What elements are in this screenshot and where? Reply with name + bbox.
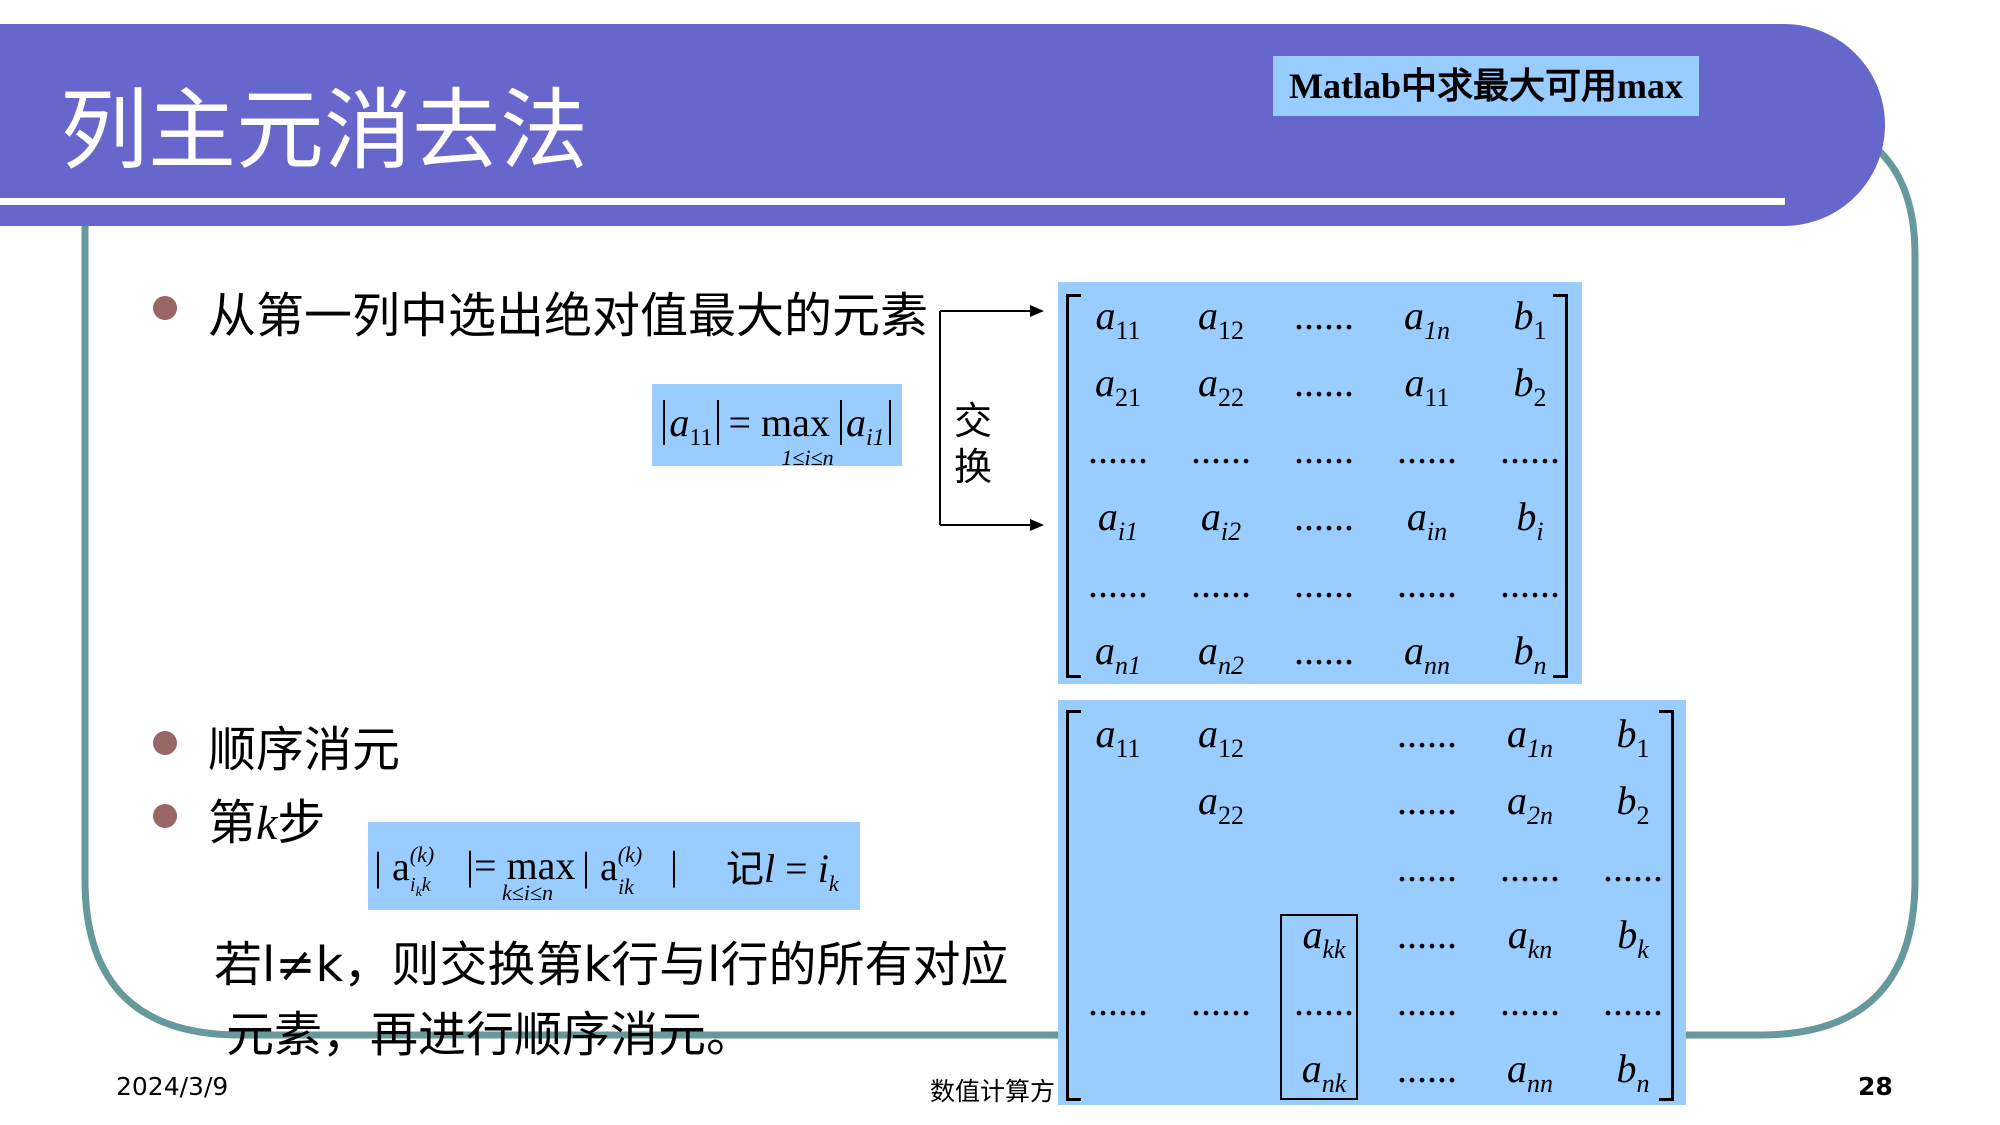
matrix-cell: an2 <box>1198 628 1244 680</box>
formula2-range: k≤i≤n <box>502 880 554 905</box>
matrix-cell: bn <box>1513 628 1547 680</box>
matrix-cell: ...... <box>1191 979 1251 1024</box>
matrix-cell: b2 <box>1616 778 1650 830</box>
matrix-cell: ...... <box>1397 912 1457 957</box>
matrix-cell: ...... <box>1397 979 1457 1024</box>
matrix-cell: a2n <box>1507 778 1553 830</box>
matrix-cell: ...... <box>1500 427 1560 472</box>
footer-date: 2024/3/9 <box>116 1072 229 1101</box>
matrix-cell: ann <box>1507 1046 1553 1098</box>
matrix-cell: a1n <box>1404 293 1450 345</box>
formula-kth-step: | a(k) ikk |= max k≤i≤n | a(k) ik | 记l =… <box>368 822 860 910</box>
matrix-cell: ann <box>1404 628 1450 680</box>
exchange-label: 交 换 <box>953 399 992 489</box>
matrix-cell: a12 <box>1198 711 1244 763</box>
matrix-cell: a11 <box>1095 711 1141 763</box>
matrix-cell: ...... <box>1603 845 1663 890</box>
swap-rule-line-2: 元素，再进行顺序消元。 <box>226 1007 755 1063</box>
matrix-cell: a12 <box>1198 293 1244 345</box>
matrix-cell: ...... <box>1397 561 1457 606</box>
matrix-cell: ...... <box>1500 845 1560 890</box>
augmented-matrix-kth-step: a11 a12...... a1n b1 a22...... a2n b2.........… <box>1058 700 1686 1105</box>
matrix-cell: b2 <box>1513 360 1547 412</box>
matrix-cell: akn <box>1507 912 1553 964</box>
swap-rule-line-1: 若l≠k，则交换第k行与l行的所有对应 <box>214 937 1009 993</box>
matrix-cell: ...... <box>1088 561 1148 606</box>
formula2-rhs-sub: ik <box>618 874 634 899</box>
matrix-cell: ...... <box>1500 979 1560 1024</box>
swap-rule-text: 若l≠k，则交换第k行与l行的所有对应 元素，再进行顺序消元。 <box>214 930 1009 1070</box>
bullet-dot <box>153 804 177 828</box>
matrix-cell: ...... <box>1397 711 1457 756</box>
matrix-cell: a1n <box>1507 711 1553 763</box>
formula2-lhs-sub: ikk <box>410 874 431 900</box>
matrix-cell: b1 <box>1513 293 1547 345</box>
right-bracket <box>1659 710 1674 1101</box>
matrix-cell: ai2 <box>1200 494 1242 546</box>
matrix-cell: ...... <box>1294 979 1354 1024</box>
formula2-note: 记l = ik <box>726 846 839 896</box>
matrix-cell: ...... <box>1088 979 1148 1024</box>
matrix-cell: ...... <box>1088 427 1148 472</box>
matrix-cell: ...... <box>1294 494 1354 539</box>
matrix-cell: ...... <box>1397 1046 1457 1091</box>
matrix-cell: bn <box>1616 1046 1650 1098</box>
matrix-cell: b1 <box>1616 711 1650 763</box>
matrix-cell: ...... <box>1191 561 1251 606</box>
matrix-cell: a11 <box>1095 293 1141 345</box>
matrix-cell: akk <box>1302 912 1346 964</box>
formula2-rhs-end: | <box>670 843 679 888</box>
matrix-cell: ai1 <box>1097 494 1139 546</box>
matrix-cell: bk <box>1617 912 1649 964</box>
matrix-cell: ...... <box>1397 427 1457 472</box>
footer-title: 数值计算方 <box>930 1077 1056 1106</box>
matrix-cell: a11 <box>1404 360 1450 412</box>
matrix-cell: ain <box>1406 494 1448 546</box>
matrix-cell: a22 <box>1198 778 1244 830</box>
matrix-cell: ...... <box>1500 561 1560 606</box>
matrix-cell: an1 <box>1095 628 1141 680</box>
matrix-cell: ...... <box>1294 427 1354 472</box>
matrix-cell: ...... <box>1294 360 1354 405</box>
matrix-cell: ...... <box>1294 628 1354 673</box>
matrix-cell: ...... <box>1397 778 1457 823</box>
left-bracket <box>1066 294 1081 678</box>
page-number: 28 <box>1858 1072 1893 1101</box>
left-bracket <box>1066 710 1081 1101</box>
matrix-cell: ...... <box>1294 293 1354 338</box>
matrix-cell: ...... <box>1191 427 1251 472</box>
bullet-step-k: 第k步 <box>208 795 326 851</box>
matrix-cell: a22 <box>1198 360 1244 412</box>
augmented-matrix-initial: a11 a12...... a1n b1 a21 a22...... a11 b2......… <box>1058 282 1582 684</box>
bullet-sequential-elim: 顺序消元 <box>208 722 401 778</box>
matrix-cell: a21 <box>1095 360 1141 412</box>
matrix-cell: ank <box>1301 1046 1347 1098</box>
bullet-dot <box>153 731 177 755</box>
matrix-cell: ...... <box>1294 561 1354 606</box>
matrix-cell: bi <box>1516 494 1544 546</box>
matrix-cell: ...... <box>1397 845 1457 890</box>
right-bracket <box>1553 294 1568 678</box>
matrix-cell: ...... <box>1603 979 1663 1024</box>
